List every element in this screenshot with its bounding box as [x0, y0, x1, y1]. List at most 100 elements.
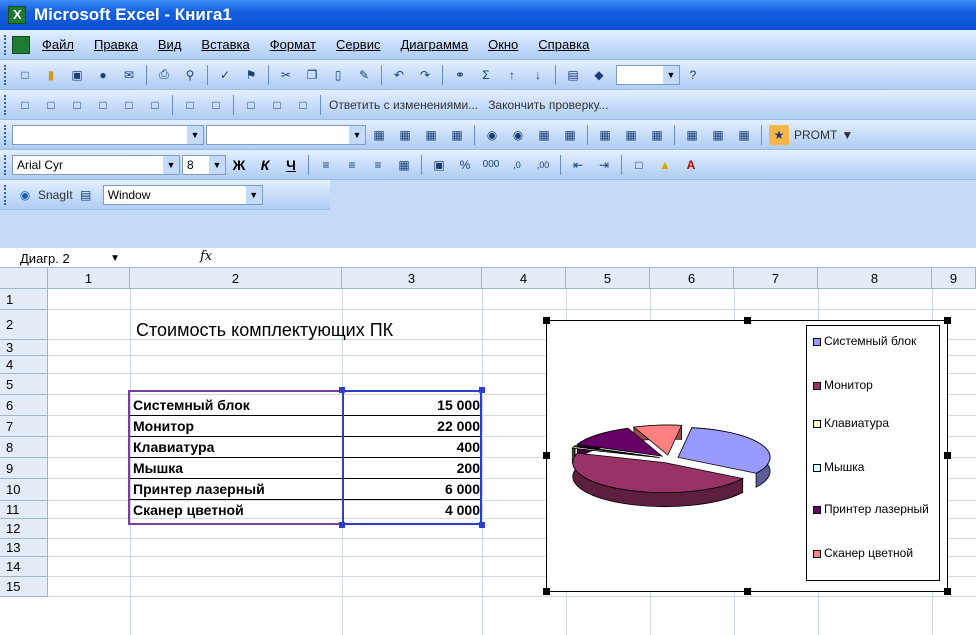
range-handle[interactable]: [479, 387, 485, 393]
snagit-button[interactable]: SnagIt: [38, 188, 73, 202]
menu-view[interactable]: Вид: [158, 37, 182, 52]
chart-icon-10[interactable]: ▦: [621, 125, 641, 145]
row-header-2[interactable]: 2: [0, 310, 48, 340]
redo-icon[interactable]: ↷: [415, 65, 435, 85]
thousands-icon[interactable]: 000: [481, 155, 501, 175]
col-header-9[interactable]: 9: [932, 268, 976, 289]
col-header-7[interactable]: 7: [734, 268, 818, 289]
reply-with-changes-button[interactable]: Ответить с изменениями...: [329, 98, 478, 112]
chart-icon-12[interactable]: ▦: [682, 125, 702, 145]
underline-button[interactable]: Ч: [281, 155, 301, 175]
chart-icon-3[interactable]: ▦: [421, 125, 441, 145]
chevron-down-icon[interactable]: ▼: [349, 125, 365, 144]
name-box[interactable]: Диагр. 2 ▼: [14, 248, 126, 268]
review-icon-7[interactable]: □: [180, 95, 200, 115]
chart-icon-4[interactable]: ▦: [447, 125, 467, 145]
chart-icon-9[interactable]: ▦: [595, 125, 615, 145]
sort-asc-icon[interactable]: ↑: [502, 65, 522, 85]
col-header-3[interactable]: 3: [342, 268, 482, 289]
row-header-1[interactable]: 1: [0, 289, 48, 310]
promt-button[interactable]: PROMT: [794, 128, 837, 142]
row-header-6[interactable]: 6: [0, 395, 48, 416]
row-header-9[interactable]: 9: [0, 458, 48, 479]
review-icon-1[interactable]: □: [15, 95, 35, 115]
chart-icon-1[interactable]: ▦: [369, 125, 389, 145]
new-icon[interactable]: □: [15, 65, 35, 85]
sort-desc-icon[interactable]: ↓: [528, 65, 548, 85]
menu-tools[interactable]: Сервис: [336, 37, 381, 52]
chart-handle[interactable]: [944, 452, 951, 459]
object-combo[interactable]: ▼: [206, 124, 366, 145]
finish-review-button[interactable]: Закончить проверку...: [488, 98, 608, 112]
range-handle[interactable]: [479, 522, 485, 528]
menu-chart[interactable]: Диаграмма: [400, 37, 468, 52]
font-size-combo[interactable]: 8 ▼: [182, 154, 226, 175]
research-icon[interactable]: ⚑: [241, 65, 261, 85]
chart-icon-6[interactable]: ◉: [508, 125, 528, 145]
currency-icon[interactable]: ▣: [429, 155, 449, 175]
legend-entry-2[interactable]: Монитор: [813, 378, 939, 393]
menu-file[interactable]: Файл: [42, 37, 74, 52]
row-header-7[interactable]: 7: [0, 416, 48, 437]
col-header-2[interactable]: 2: [130, 268, 342, 289]
print-preview-icon[interactable]: ⚲: [180, 65, 200, 85]
cut-icon[interactable]: ✂: [276, 65, 296, 85]
row-header-12[interactable]: 12: [0, 519, 48, 539]
grip-icon[interactable]: [4, 184, 8, 205]
drawing-icon[interactable]: ◆: [589, 65, 609, 85]
review-icon-5[interactable]: □: [119, 95, 139, 115]
review-icon-9[interactable]: □: [241, 95, 261, 115]
chart-icon-2[interactable]: ▦: [395, 125, 415, 145]
format-painter-icon[interactable]: ✎: [354, 65, 374, 85]
legend-entry-5[interactable]: Принтер лазерный: [813, 502, 939, 517]
paste-icon[interactable]: ▯: [328, 65, 348, 85]
copy-icon[interactable]: ❐: [302, 65, 322, 85]
select-all-corner[interactable]: [0, 268, 48, 289]
legend-entry-1[interactable]: Системный блок: [813, 334, 939, 349]
col-header-6[interactable]: 6: [650, 268, 734, 289]
chart-handle[interactable]: [944, 588, 951, 595]
menu-edit[interactable]: Правка: [94, 37, 138, 52]
menu-window[interactable]: Окно: [488, 37, 518, 52]
row-header-8[interactable]: 8: [0, 437, 48, 458]
col-header-1[interactable]: 1: [48, 268, 130, 289]
menu-insert[interactable]: Вставка: [201, 37, 249, 52]
worksheet[interactable]: 1 2 3 4 5 6 7 8 9 1 2 3 4 5 6 7 8 9 10 1…: [0, 268, 976, 635]
chart-wizard-icon[interactable]: ▤: [563, 65, 583, 85]
align-right-icon[interactable]: ≡: [368, 155, 388, 175]
legend-entry-3[interactable]: Клавиатура: [813, 416, 939, 431]
chart-handle[interactable]: [744, 317, 751, 324]
review-icon-4[interactable]: □: [93, 95, 113, 115]
chart-icon-13[interactable]: ▦: [708, 125, 728, 145]
snagit-mode-combo[interactable]: Window ▼: [102, 184, 263, 205]
row-header-15[interactable]: 15: [0, 577, 48, 597]
row-header-10[interactable]: 10: [0, 479, 48, 501]
workbook-icon[interactable]: [12, 35, 30, 54]
grip-icon[interactable]: [4, 154, 8, 175]
save-icon[interactable]: ▣: [67, 65, 87, 85]
menu-help[interactable]: Справка: [538, 37, 589, 52]
col-header-4[interactable]: 4: [482, 268, 566, 289]
increase-decimal-icon[interactable]: ,0: [507, 155, 527, 175]
font-color-icon[interactable]: A: [681, 155, 701, 175]
align-left-icon[interactable]: ≡: [316, 155, 336, 175]
spelling-icon[interactable]: ✓: [215, 65, 235, 85]
grip-icon[interactable]: [4, 34, 8, 55]
chevron-down-icon[interactable]: ▼: [110, 253, 120, 264]
chart-legend[interactable]: Системный блок Монитор Клавиатура Мышка Прин…: [806, 325, 940, 581]
range-handle[interactable]: [339, 387, 345, 393]
italic-button[interactable]: К: [255, 155, 275, 175]
open-icon[interactable]: ▮: [41, 65, 61, 85]
row-header-3[interactable]: 3: [0, 340, 48, 356]
review-icon-2[interactable]: □: [41, 95, 61, 115]
snagit-settings-icon[interactable]: ▤: [76, 185, 96, 205]
review-icon-10[interactable]: □: [267, 95, 287, 115]
row-header-11[interactable]: 11: [0, 501, 48, 519]
hyperlink-icon[interactable]: ⚭: [450, 65, 470, 85]
decrease-indent-icon[interactable]: ⇤: [568, 155, 588, 175]
chart-icon-7[interactable]: ▦: [534, 125, 554, 145]
grip-icon[interactable]: [4, 124, 8, 145]
pie-chart[interactable]: Системный блок Монитор Клавиатура Мышка Прин…: [546, 320, 948, 592]
chevron-down-icon[interactable]: ▼: [163, 155, 179, 174]
align-center-icon[interactable]: ≡: [342, 155, 362, 175]
